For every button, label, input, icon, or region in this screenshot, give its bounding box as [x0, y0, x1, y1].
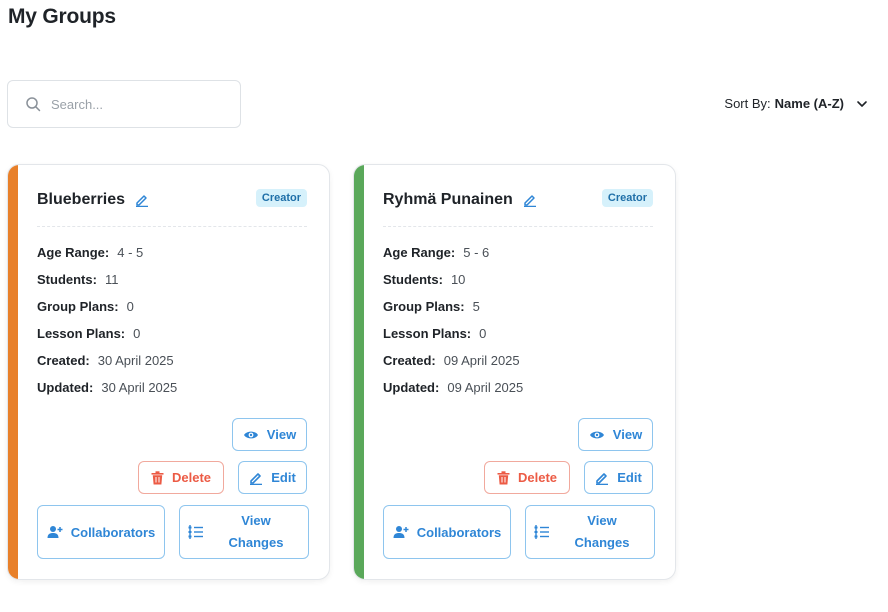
updated-label: Updated: [383, 380, 440, 395]
group-name: Blueberries [37, 191, 149, 209]
lesson-plans-label: Lesson Plans: [37, 326, 126, 341]
list-icon [188, 525, 203, 539]
delete-button[interactable]: Delete [484, 461, 570, 494]
delete-button[interactable]: Delete [138, 461, 224, 494]
view-changes-button[interactable]: View Changes [525, 505, 655, 559]
view-button-label: View [266, 427, 297, 442]
edit-name-icon[interactable] [523, 193, 537, 207]
edit-name-icon[interactable] [135, 193, 149, 207]
group-card: Ryhmä Punainen Creator Age Range: 5 - 6 S… [353, 164, 676, 580]
group-plans-value: 0 [126, 299, 134, 314]
group-plans-label: Group Plans: [383, 299, 465, 314]
search-icon [26, 97, 41, 112]
created-value: 09 April 2025 [443, 353, 520, 368]
students-label: Students: [383, 272, 443, 287]
delete-button-label: Delete [517, 470, 558, 485]
sort-dropdown[interactable]: Sort By: Name (A-Z) [724, 96, 868, 111]
group-plans-label: Group Plans: [37, 299, 119, 314]
add-user-icon [47, 526, 63, 538]
card-header: Ryhmä Punainen Creator [383, 189, 653, 227]
created-value: 30 April 2025 [97, 353, 174, 368]
collaborators-button[interactable]: Collaborators [383, 505, 511, 559]
group-name-text: Blueberries [37, 191, 126, 208]
view-button[interactable]: View [232, 418, 307, 451]
trash-icon [151, 470, 164, 484]
students-label: Students: [37, 272, 97, 287]
trash-icon [497, 470, 510, 484]
view-button-label: View [612, 427, 643, 442]
pencil-icon [250, 472, 263, 485]
view-changes-button[interactable]: View Changes [179, 505, 309, 559]
chevron-down-icon [857, 100, 867, 107]
delete-button-label: Delete [171, 470, 212, 485]
view-changes-label: View Changes [550, 510, 654, 554]
age-range-value: 4 - 5 [117, 245, 144, 260]
edit-button-label: Edit [271, 470, 296, 485]
lesson-plans-label: Lesson Plans: [383, 326, 472, 341]
collaborators-button-label: Collaborators [416, 524, 502, 540]
card-accent-bar [8, 165, 18, 579]
list-icon [534, 525, 549, 539]
edit-button[interactable]: Edit [584, 461, 653, 494]
eye-icon [243, 431, 258, 438]
students-value: 10 [450, 272, 466, 287]
sort-value: Name (A-Z) [774, 96, 844, 111]
group-card: Blueberries Creator Age Range: 4 - 5 Stud… [7, 164, 330, 580]
search-input[interactable] [51, 93, 231, 115]
lesson-plans-value: 0 [479, 326, 487, 341]
sort-label: Sort By: [724, 96, 771, 111]
updated-value: 30 April 2025 [101, 380, 178, 395]
view-changes-line1: View [587, 513, 617, 528]
updated-label: Updated: [37, 380, 94, 395]
created-label: Created: [383, 353, 436, 368]
card-header: Blueberries Creator [37, 189, 307, 227]
view-changes-line2: Changes [228, 535, 284, 550]
age-range-label: Age Range: [37, 245, 110, 260]
pencil-icon [596, 472, 609, 485]
eye-icon [589, 431, 604, 438]
view-button[interactable]: View [578, 418, 653, 451]
edit-button[interactable]: Edit [238, 461, 307, 494]
role-badge: Creator [255, 189, 307, 207]
collaborators-button[interactable]: Collaborators [37, 505, 165, 559]
view-changes-label: View Changes [204, 510, 308, 554]
group-info: Age Range: 5 - 6 Students: 10 Group Plans:… [383, 245, 523, 407]
card-accent-bar [354, 165, 364, 579]
view-changes-line2: Changes [574, 535, 630, 550]
lesson-plans-value: 0 [133, 326, 141, 341]
page-title: My Groups [8, 5, 116, 28]
search-box [7, 80, 241, 128]
updated-value: 09 April 2025 [447, 380, 524, 395]
students-value: 11 [104, 272, 119, 287]
group-name: Ryhmä Punainen [383, 191, 537, 209]
view-changes-line1: View [241, 513, 271, 528]
collaborators-button-label: Collaborators [70, 524, 156, 540]
age-range-value: 5 - 6 [463, 245, 490, 260]
created-label: Created: [37, 353, 90, 368]
edit-button-label: Edit [617, 470, 642, 485]
age-range-label: Age Range: [383, 245, 456, 260]
group-plans-value: 5 [472, 299, 480, 314]
group-name-text: Ryhmä Punainen [383, 191, 513, 208]
role-badge: Creator [601, 189, 653, 207]
group-info: Age Range: 4 - 5 Students: 11 Group Plans:… [37, 245, 177, 407]
add-user-icon [393, 526, 409, 538]
